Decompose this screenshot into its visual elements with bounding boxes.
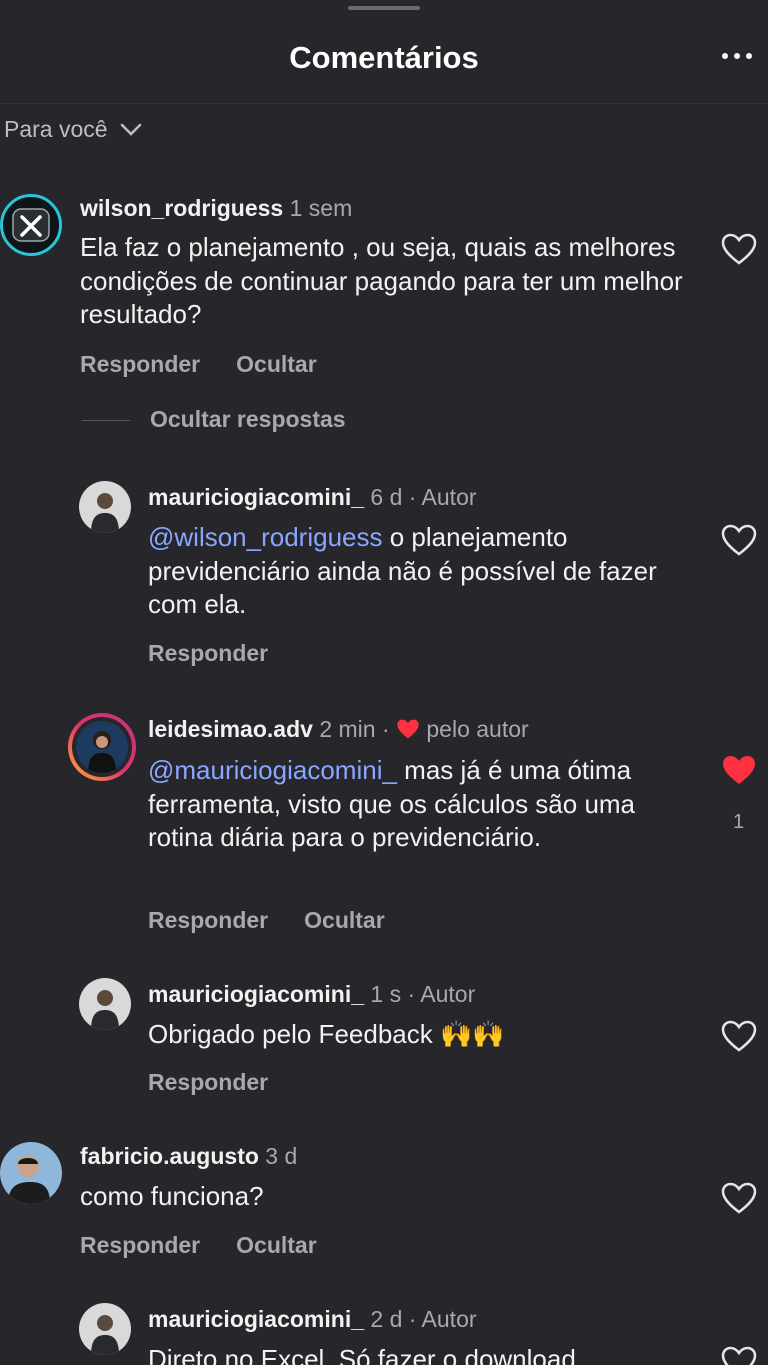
hide-button[interactable]: Ocultar (304, 907, 385, 934)
reply-meta: leidesimao.adv 2 min · pelo autor (148, 716, 529, 743)
username[interactable]: mauriciogiacomini_ (148, 1306, 364, 1332)
person-avatar-icon (91, 990, 119, 1030)
mention-link[interactable]: @mauriciogiacomini_ (148, 755, 397, 785)
like-heart-icon[interactable] (721, 524, 757, 556)
username[interactable]: mauriciogiacomini_ (148, 981, 364, 1007)
like-heart-icon[interactable] (721, 1020, 757, 1052)
hide-button[interactable]: Ocultar (236, 351, 317, 378)
like-heart-icon[interactable] (721, 1182, 757, 1214)
reply-button[interactable]: Responder (80, 351, 200, 378)
reply-button[interactable]: Responder (148, 640, 268, 667)
like-heart-filled-icon[interactable] (721, 754, 757, 786)
avatar[interactable] (79, 481, 131, 533)
comment-text: como funciona? (80, 1181, 264, 1211)
reply-text: @wilson_rodriguess o planejamento previd… (148, 521, 708, 622)
person-avatar-icon (91, 1315, 119, 1355)
timestamp: 1 s · Autor (370, 981, 476, 1007)
divider-line (82, 420, 130, 421)
reply-button[interactable]: Responder (148, 907, 268, 934)
timestamp: 6 d · Autor (370, 484, 477, 510)
liked-by-author-label: pelo autor (426, 716, 529, 742)
avatar[interactable] (79, 978, 131, 1030)
like-count: 1 (733, 811, 745, 833)
timestamp: 2 min · (319, 716, 390, 742)
like-heart-icon[interactable] (721, 1346, 757, 1365)
avatar[interactable] (0, 1142, 62, 1204)
reply-button[interactable]: Responder (148, 1069, 268, 1096)
username[interactable]: leidesimao.adv (148, 716, 313, 742)
reply-meta: mauriciogiacomini_ 6 d · Autor (148, 484, 477, 511)
chevron-down-icon (120, 123, 141, 136)
reply-text: Direto no Excel. Só fazer o download (148, 1344, 576, 1365)
header-divider (0, 103, 768, 104)
more-options-icon[interactable] (720, 44, 754, 68)
reply-text: @mauriciogiacomini_ mas já é uma ótima f… (148, 754, 688, 855)
mention-link[interactable]: @wilson_rodriguess (148, 522, 383, 552)
comment-meta: fabricio.augusto 3 d (80, 1143, 297, 1170)
page-title: Comentários (289, 40, 479, 75)
reply-button[interactable]: Responder (80, 1232, 200, 1259)
drag-handle[interactable] (348, 6, 420, 10)
heart-filled-icon (397, 719, 419, 739)
person-avatar-icon (8, 1155, 50, 1204)
avatar-story-ring[interactable] (68, 713, 136, 781)
username[interactable]: mauriciogiacomini_ (148, 484, 364, 510)
avatar[interactable] (79, 1303, 131, 1355)
timestamp: 3 d (265, 1143, 298, 1169)
username[interactable]: wilson_rodriguess (80, 195, 283, 221)
avatar[interactable] (0, 194, 62, 256)
person-avatar-icon (88, 731, 116, 773)
timestamp: 1 sem (289, 195, 353, 221)
hide-replies-button[interactable]: Ocultar respostas (150, 406, 346, 433)
timestamp: 2 d · Autor (370, 1306, 477, 1332)
username[interactable]: fabricio.augusto (80, 1143, 259, 1169)
comment-meta: wilson_rodriguess 1 sem (80, 195, 352, 222)
reply-meta: mauriciogiacomini_ 1 s · Autor (148, 981, 475, 1008)
person-avatar-icon (91, 493, 119, 533)
reply-meta: mauriciogiacomini_ 2 d · Autor (148, 1306, 477, 1333)
hide-button[interactable]: Ocultar (236, 1232, 317, 1259)
comment-text: Ela faz o planejamento , ou seja, quais … (80, 232, 683, 329)
sort-label: Para você (4, 116, 108, 142)
like-heart-icon[interactable] (721, 233, 757, 265)
sort-dropdown[interactable]: Para você (4, 116, 142, 143)
x-logo-icon (12, 208, 50, 242)
reply-text: Obrigado pelo Feedback 🙌🙌 (148, 1019, 505, 1049)
